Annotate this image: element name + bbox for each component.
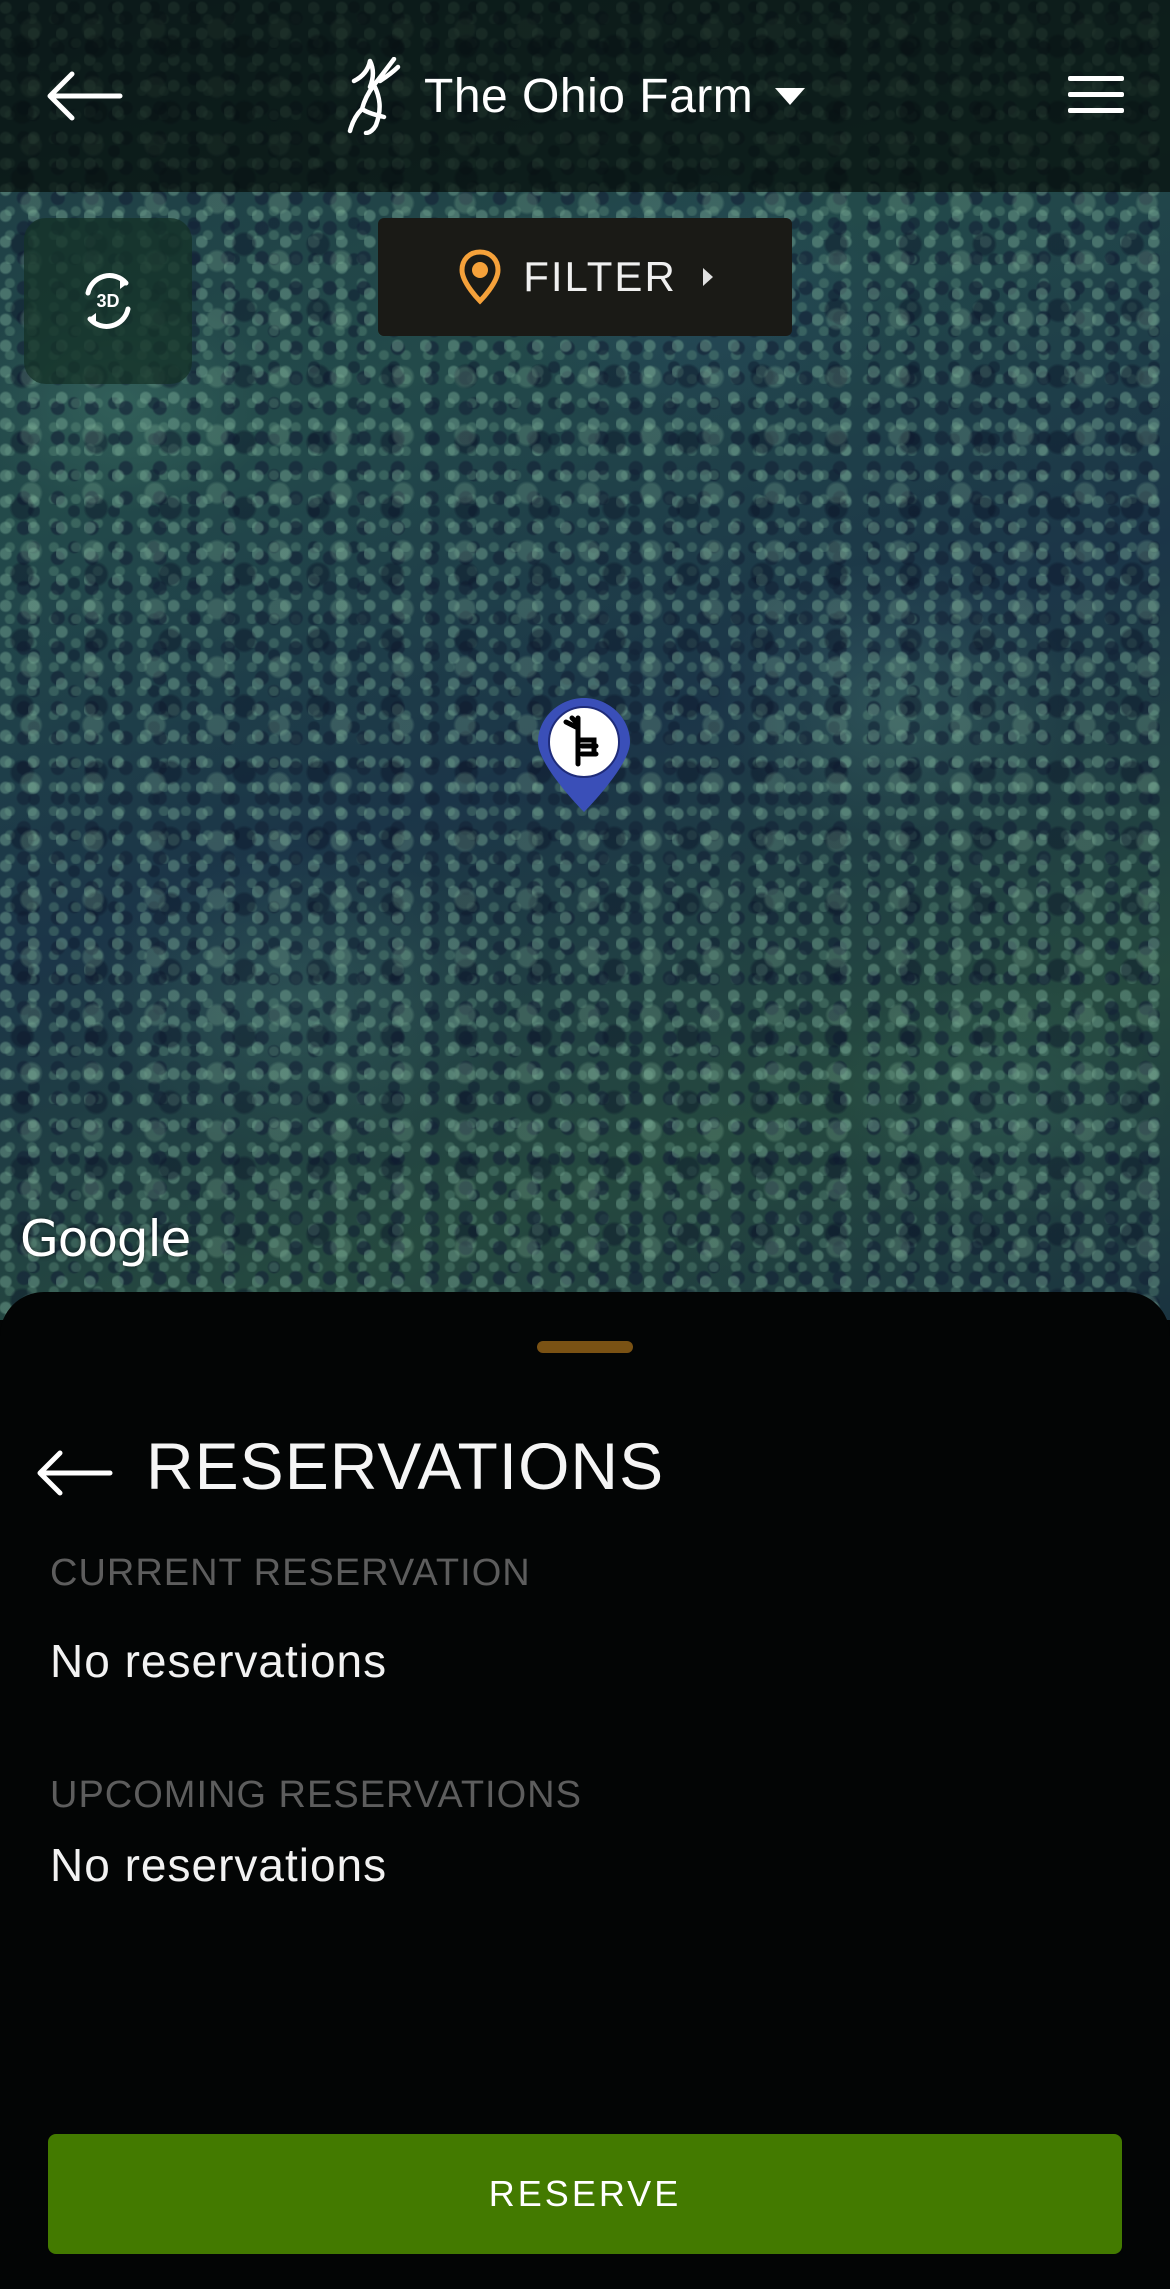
farm-name: The Ohio Farm bbox=[424, 69, 754, 123]
rotate-3d-button[interactable]: 3D bbox=[24, 218, 192, 384]
top-header: The Ohio Farm bbox=[0, 0, 1170, 192]
rotate-3d-icon: 3D bbox=[85, 273, 131, 329]
back-arrow-icon[interactable] bbox=[34, 1448, 114, 1498]
current-reservation-value: No reservations bbox=[50, 1635, 388, 1687]
satellite-map[interactable]: The Ohio Farm 3D FILTER Google bbox=[0, 0, 1170, 1320]
filter-label: FILTER bbox=[523, 253, 677, 300]
sheet-title: RESERVATIONS bbox=[146, 1429, 665, 1503]
caret-right-icon bbox=[702, 268, 713, 286]
farm-selector[interactable]: The Ohio Farm bbox=[344, 56, 806, 136]
sheet-drag-handle[interactable] bbox=[537, 1341, 633, 1353]
reserve-button[interactable]: RESERVE bbox=[48, 2134, 1122, 2254]
location-pin-icon bbox=[459, 249, 501, 305]
deer-antler-logo bbox=[347, 57, 401, 135]
back-arrow-icon[interactable] bbox=[44, 68, 124, 124]
google-attribution: Google bbox=[20, 1210, 191, 1268]
upcoming-reservations-value: No reservations bbox=[50, 1839, 388, 1891]
map-foliage-texture-large bbox=[0, 0, 1170, 1320]
current-reservation-label: CURRENT RESERVATION bbox=[50, 1552, 531, 1594]
caret-down-icon bbox=[775, 87, 806, 105]
upcoming-reservations-label: UPCOMING RESERVATIONS bbox=[50, 1774, 582, 1816]
filter-button[interactable]: FILTER bbox=[378, 218, 792, 336]
rotate-3d-label: 3D bbox=[96, 291, 119, 311]
hamburger-menu-icon[interactable] bbox=[1068, 76, 1124, 116]
tree-stand-pin-icon[interactable] bbox=[532, 694, 636, 816]
